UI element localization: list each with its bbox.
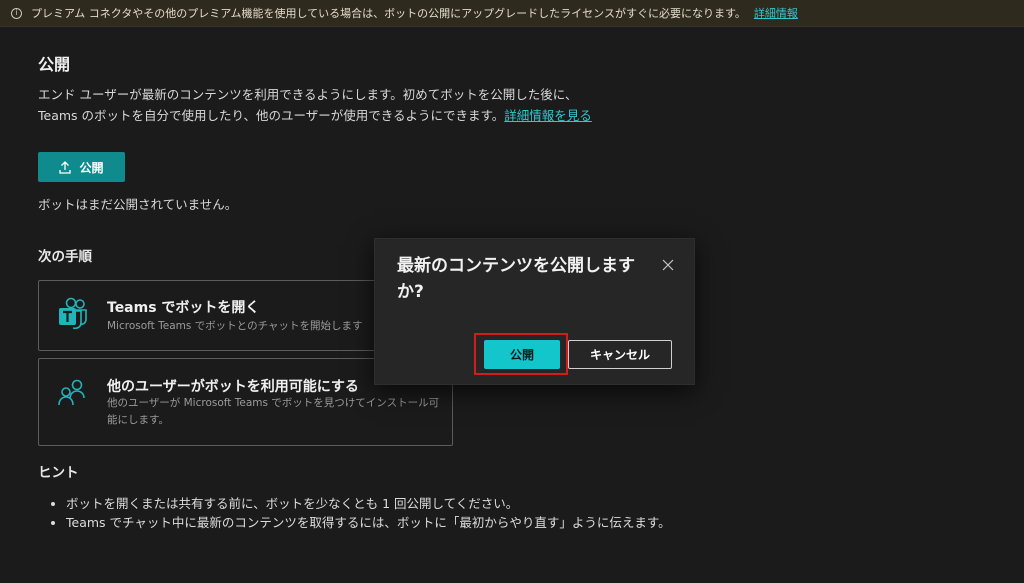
hints-list: ボットを開くまたは共有する前に、ボットを少なくとも 1 回公開してください。 T… (50, 494, 671, 532)
dialog-publish-button[interactable]: 公開 (484, 340, 560, 369)
description-line-2-text: Teams のボットを自分で使用したり、他のユーザーが使用できるようにできます。 (38, 108, 505, 123)
page-description: エンド ユーザーが最新のコンテンツを利用できるようにします。初めてボットを公開し… (38, 84, 658, 126)
learn-more-link[interactable]: 詳細情報を見る (504, 108, 592, 123)
hint-item: Teams でチャット中に最新のコンテンツを取得するには、ボットに「最初からやり… (66, 513, 671, 532)
teams-icon (57, 297, 89, 335)
card-make-available-desc: 他のユーザーが Microsoft Teams でボットを見つけてインストール可… (107, 397, 440, 426)
info-icon: i (11, 7, 22, 19)
close-icon[interactable] (661, 257, 675, 271)
description-line-2: Teams のボットを自分で使用したり、他のユーザーが使用できるようにできます。… (38, 105, 658, 126)
description-line-1: エンド ユーザーが最新のコンテンツを利用できるようにします。初めてボットを公開し… (38, 87, 578, 102)
publish-confirm-dialog: 最新のコンテンツを公開しますか? 公開 キャンセル (374, 238, 695, 385)
banner-details-link[interactable]: 詳細情報 (754, 5, 798, 21)
page-title: 公開 (38, 55, 71, 74)
publish-status: ボットはまだ公開されていません。 (38, 197, 238, 212)
hint-item: ボットを開くまたは共有する前に、ボットを少なくとも 1 回公開してください。 (66, 494, 671, 513)
upload-icon (59, 160, 72, 174)
next-steps-heading: 次の手順 (38, 249, 92, 265)
dialog-cancel-button[interactable]: キャンセル (568, 340, 672, 369)
publish-button[interactable]: 公開 (38, 152, 125, 182)
hints-heading: ヒント (38, 465, 79, 481)
dialog-title: 最新のコンテンツを公開しますか? (397, 256, 635, 302)
license-warning-banner: i プレミアム コネクタやその他のプレミアム機能を使用している場合は、ボットの公… (0, 0, 1024, 27)
card-make-available-title: 他のユーザーがボットを利用可能にする (107, 379, 359, 395)
card-open-in-teams-title: Teams でボットを開く (107, 300, 260, 316)
publish-button-label: 公開 (79, 160, 104, 175)
users-icon (57, 377, 87, 411)
banner-text: プレミアム コネクタやその他のプレミアム機能を使用している場合は、ボットの公開に… (31, 7, 746, 20)
